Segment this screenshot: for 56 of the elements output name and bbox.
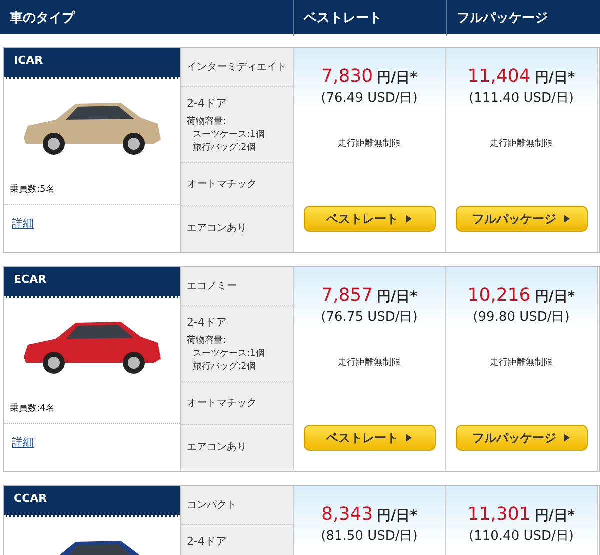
- mileage-note: 走行距離無制限: [490, 356, 553, 369]
- details-link[interactable]: 詳細: [12, 436, 34, 449]
- play-icon: [404, 433, 412, 443]
- price-unit: 円/日*: [377, 288, 418, 306]
- usd-price: (111.40 USD/日): [469, 90, 574, 107]
- price-unit: 円/日*: [534, 69, 576, 87]
- usd-price: (76.49 USD/日): [321, 90, 418, 107]
- play-icon: [404, 214, 412, 224]
- door-count: 2-4ドア: [187, 534, 227, 549]
- cargo-capacity: 荷物容量:: [187, 334, 226, 347]
- car-code: ECAR: [4, 267, 180, 298]
- cargo-capacity: 旅行バッグ:2個: [192, 360, 256, 373]
- car-code: ICAR: [4, 48, 180, 79]
- cargo-capacity: スーツケース:1個: [192, 348, 265, 360]
- air-conditioning: エアコンあり: [186, 441, 248, 455]
- cargo-capacity: 荷物容量:: [187, 116, 226, 128]
- price-unit: 円/日*: [377, 507, 418, 525]
- car-code: CCAR: [4, 486, 180, 517]
- book-button[interactable]: ベストレート: [304, 425, 436, 451]
- car-class: インターミディエイト: [181, 48, 293, 87]
- cargo-capacity: スーツケース:1個: [192, 129, 265, 141]
- price-unit: 円/日*: [377, 69, 418, 87]
- passenger-count: 乗員数:4名: [4, 398, 180, 424]
- price: 11,301: [468, 504, 531, 525]
- play-icon: [562, 214, 570, 224]
- price: 7,857: [322, 285, 374, 306]
- transmission: オートマチック: [181, 382, 293, 425]
- column-header: フルパッケージ: [446, 0, 600, 36]
- air-conditioning: エアコンあり: [186, 222, 248, 236]
- column-header: ベストレート: [293, 0, 446, 36]
- price: 11,404: [468, 66, 531, 87]
- play-icon: [562, 433, 570, 443]
- car-class: コンパクト: [181, 486, 293, 525]
- price: 7,830: [322, 66, 374, 87]
- book-button[interactable]: フルパッケージ: [456, 206, 588, 232]
- car-class: エコノミー: [181, 267, 293, 306]
- door-count: 2-4ドア: [187, 315, 227, 330]
- passenger-count: 乗員数:5名: [4, 179, 180, 205]
- mileage-note: 走行距離無制限: [338, 356, 401, 369]
- column-header: 車のタイプ: [9, 10, 77, 28]
- price: 10,216: [468, 285, 531, 306]
- usd-price: (81.50 USD/日): [321, 528, 418, 545]
- usd-price: (99.80 USD/日): [473, 309, 570, 326]
- mileage-note: 走行距離無制限: [490, 138, 553, 150]
- usd-price: (110.40 USD/日): [469, 528, 574, 545]
- details-link[interactable]: 詳細: [12, 217, 34, 230]
- price-unit: 円/日*: [534, 507, 576, 525]
- door-count: 2-4ドア: [187, 96, 227, 111]
- mileage-note: 走行距離無制限: [338, 138, 401, 150]
- transmission: オートマチック: [181, 163, 293, 206]
- price: 8,343: [322, 504, 374, 525]
- book-button[interactable]: ベストレート: [304, 206, 436, 232]
- price-unit: 円/日*: [534, 288, 576, 306]
- cargo-capacity: 旅行バッグ:2個: [192, 142, 256, 154]
- usd-price: (76.75 USD/日): [321, 309, 418, 326]
- book-button[interactable]: フルパッケージ: [456, 425, 588, 451]
